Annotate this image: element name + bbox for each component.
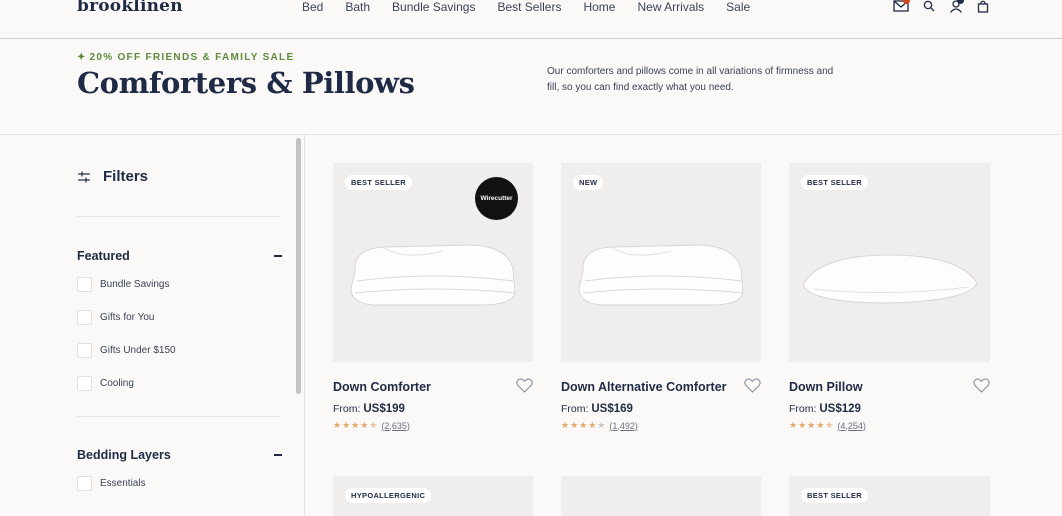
- wirecutter-award-badge: Wirecutter: [475, 177, 518, 220]
- product-tag: NEW: [573, 175, 604, 190]
- filter-option[interactable]: Gifts for You: [77, 310, 154, 325]
- product-image[interactable]: NEW: [561, 163, 761, 362]
- filter-option[interactable]: Cooling: [77, 376, 134, 391]
- filters-toggle[interactable]: Filters: [77, 168, 148, 185]
- nav-bundle-savings[interactable]: Bundle Savings: [392, 0, 475, 14]
- filter-option[interactable]: Bundle Savings: [77, 277, 170, 292]
- product-name[interactable]: Down Pillow: [789, 380, 863, 394]
- account-icon[interactable]: [949, 0, 964, 13]
- product-rating: ★★★★★ (2,635): [333, 420, 410, 431]
- product-price: From: US$199: [333, 403, 405, 415]
- brand-logo[interactable]: brooklinen: [77, 0, 183, 16]
- product-image[interactable]: BEST SELLER: [789, 163, 990, 362]
- filters-label: Filters: [103, 168, 149, 185]
- sidebar-scrollbar[interactable]: [296, 138, 301, 394]
- main-nav: Bed Bath Bundle Savings Best Sellers Hom…: [302, 0, 772, 14]
- filter-option[interactable]: Gifts Under $150: [77, 343, 176, 358]
- divider: [77, 216, 281, 217]
- star-rating-icon: ★★★★★: [789, 420, 835, 430]
- collapse-bedding-layers-icon[interactable]: [274, 454, 282, 456]
- filter-group-bedding-layers[interactable]: Bedding Layers: [77, 448, 171, 462]
- review-count-link[interactable]: (2,635): [381, 421, 410, 431]
- review-count-link[interactable]: (1,492): [609, 421, 638, 431]
- product-rating: ★★★★★ (1,492): [561, 420, 638, 431]
- nav-new-arrivals[interactable]: New Arrivals: [637, 0, 704, 14]
- product-name[interactable]: Down Alternative Comforter: [561, 380, 727, 394]
- filter-group-featured[interactable]: Featured: [77, 249, 130, 263]
- promo-banner: ✦ 20% OFF FRIENDS & FAMILY SALE: [77, 52, 295, 63]
- search-icon[interactable]: [923, 0, 935, 12]
- divider: [77, 416, 281, 417]
- sliders-icon: [78, 171, 90, 182]
- nav-home[interactable]: Home: [583, 0, 615, 14]
- product-image[interactable]: HYPOALLERGENIC: [333, 476, 533, 516]
- heart-icon[interactable]: [744, 378, 761, 393]
- filter-option[interactable]: Essentials: [77, 476, 146, 491]
- checkbox[interactable]: [77, 277, 92, 292]
- page-title: Comforters & Pillows: [77, 66, 415, 100]
- nav-bath[interactable]: Bath: [345, 0, 370, 14]
- star-rating-icon: ★★★★★: [561, 420, 607, 430]
- product-tag: BEST SELLER: [801, 488, 868, 503]
- product-tag: BEST SELLER: [801, 175, 868, 190]
- product-name[interactable]: Down Comforter: [333, 380, 431, 394]
- product-image[interactable]: BEST SELLER: [789, 476, 990, 516]
- star-rating-icon: ★★★★★: [333, 420, 379, 430]
- checkbox[interactable]: [77, 476, 92, 491]
- checkbox[interactable]: [77, 310, 92, 325]
- header-icons: [893, 0, 989, 13]
- mail-icon[interactable]: [893, 0, 910, 12]
- collapse-featured-icon[interactable]: [274, 255, 282, 257]
- heart-icon[interactable]: [516, 378, 533, 393]
- sparkle-icon: ✦: [77, 52, 86, 63]
- checkbox[interactable]: [77, 343, 92, 358]
- page-subtitle: Our comforters and pillows come in all v…: [547, 66, 834, 93]
- checkbox[interactable]: [77, 376, 92, 391]
- pillow-illustration: [802, 254, 978, 304]
- nav-bed[interactable]: Bed: [302, 0, 323, 14]
- nav-sale[interactable]: Sale: [726, 0, 750, 14]
- heart-icon[interactable]: [973, 378, 990, 393]
- product-image[interactable]: [561, 476, 761, 516]
- product-tag: BEST SELLER: [345, 175, 412, 190]
- product-image[interactable]: BEST SELLER Wirecutter: [333, 163, 533, 362]
- bag-icon[interactable]: [977, 0, 989, 13]
- review-count-link[interactable]: (4,254): [837, 421, 866, 431]
- product-tag: HYPOALLERGENIC: [345, 488, 432, 503]
- sidebar-divider: [304, 134, 305, 516]
- product-price: From: US$169: [561, 403, 633, 415]
- nav-best-sellers[interactable]: Best Sellers: [497, 0, 561, 14]
- comforter-illustration: [578, 244, 744, 306]
- product-price: From: US$129: [789, 403, 861, 415]
- comforter-illustration: [350, 244, 516, 306]
- product-rating: ★★★★★ (4,254): [789, 420, 866, 431]
